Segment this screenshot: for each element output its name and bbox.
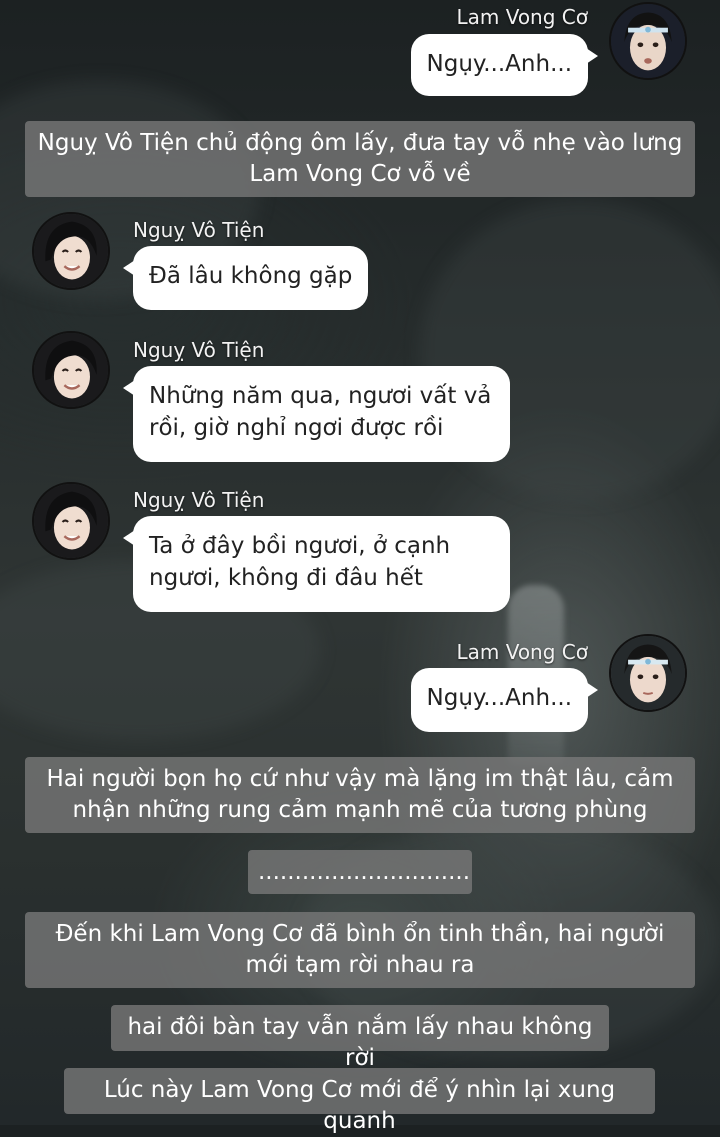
lam-vong-co-avatar-icon[interactable] [609,2,687,80]
message-bubble[interactable]: Ta ở đây bồi ngươi, ở cạnh ngươi, không … [123,516,510,612]
narration-box: hai đôi bàn tay vẫn nắm lấy nhau không r… [111,1005,609,1071]
narration-box: Nguỵ Vô Tiện chủ động ôm lấy, đưa tay vỗ… [25,121,695,197]
narration-box: Đến khi Lam Vong Cơ đã bình ổn tinh thần… [25,912,695,988]
message-bubble[interactable]: Những năm qua, ngươi vất vả rồi, giờ ngh… [123,366,510,462]
narration-box: Lúc này Lam Vong Cơ mới để ý nhìn lại xu… [64,1068,655,1134]
nguy-vo-tien-avatar-icon[interactable] [32,331,110,409]
sender-name: Nguỵ Vô Tiện [133,488,265,512]
message-bubble[interactable]: Đã lâu không gặp [122,246,369,310]
message-bubble[interactable]: Ngụy...Anh... [410,34,599,96]
sender-name: Lam Vong Cơ [456,640,588,664]
narration-box: ............................. [248,850,472,894]
message-bubble[interactable]: Ngụy...Anh... [410,668,599,732]
nguy-vo-tien-avatar-icon[interactable] [32,482,110,560]
lam-vong-co-avatar-icon[interactable] [609,634,687,712]
sender-name: Nguỵ Vô Tiện [133,218,265,242]
sender-name: Nguỵ Vô Tiện [133,338,265,362]
sender-name: Lam Vong Cơ [456,5,588,29]
narration-box: Hai người bọn họ cứ như vậy mà lặng im t… [25,757,695,833]
nguy-vo-tien-avatar-icon[interactable] [32,212,110,290]
